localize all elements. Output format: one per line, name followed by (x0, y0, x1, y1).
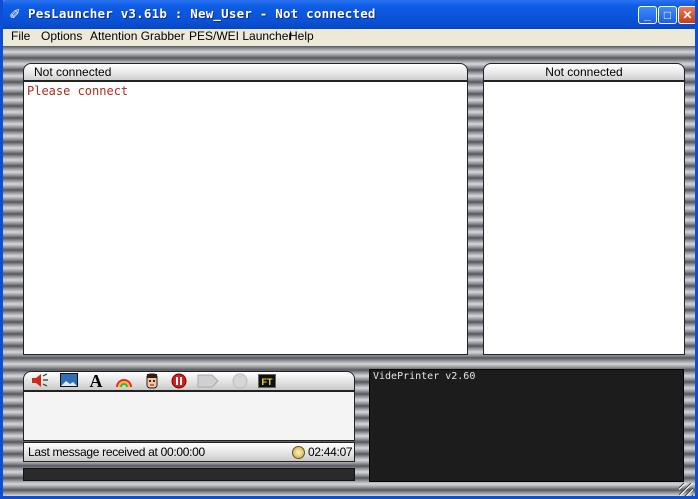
rainbow-icon[interactable] (115, 373, 133, 390)
ft-icon[interactable]: FT (258, 374, 276, 388)
title-bar[interactable]: ✐ PesLauncher v3.61b : New_User - Not co… (3, 0, 695, 29)
videprinter-panel[interactable]: VidePrinter v2.60 (369, 369, 684, 482)
main-content: Not connected Please connect Not connect… (3, 46, 695, 496)
maximize-button[interactable]: □ (658, 6, 677, 24)
stop-icon[interactable] (170, 373, 188, 390)
close-button[interactable]: ✕ (678, 6, 695, 24)
speaker-icon[interactable] (31, 373, 49, 390)
app-window: ✐ PesLauncher v3.61b : New_User - Not co… (0, 0, 698, 499)
chat-output[interactable]: Please connect (23, 81, 468, 355)
message-input[interactable] (23, 391, 355, 441)
maximize-icon: □ (663, 8, 672, 22)
send-icon[interactable] (197, 373, 221, 390)
last-message-status: Last message received at 00:00:00 (28, 445, 205, 459)
status-bar: Last message received at 00:00:00 02:44:… (23, 442, 355, 462)
font-icon[interactable]: A (87, 372, 105, 390)
menu-file[interactable]: File (11, 29, 30, 46)
menu-bar: File Options Attention Grabber PES/WEI L… (3, 29, 695, 46)
menu-help[interactable]: Help (289, 29, 314, 46)
chat-message: Please connect (27, 84, 129, 98)
record-icon[interactable] (231, 373, 249, 390)
clock-time: 02:44:07 (308, 445, 353, 459)
bottom-strip (23, 468, 355, 481)
minimize-button[interactable]: _ (638, 6, 657, 24)
users-list[interactable] (483, 81, 685, 355)
image-icon[interactable] (60, 373, 78, 390)
clock-icon (292, 446, 305, 459)
app-icon[interactable]: ✐ (7, 6, 23, 22)
videprinter-text: VidePrinter v2.60 (373, 371, 476, 382)
chat-panel-header: Not connected (23, 63, 468, 81)
menu-pes-wei-launcher[interactable]: PES/WEI Launcher (189, 29, 292, 46)
minimize-icon: _ (644, 8, 651, 22)
face-icon[interactable] (143, 373, 161, 390)
window-title: PesLauncher v3.61b : New_User - Not conn… (28, 6, 376, 21)
users-panel-header: Not connected (483, 63, 685, 81)
menu-options[interactable]: Options (41, 29, 82, 46)
close-icon: ✕ (682, 8, 693, 22)
resize-grip[interactable] (679, 483, 693, 496)
menu-attention-grabber[interactable]: Attention Grabber (90, 29, 185, 46)
chat-toolbar: A FT (23, 371, 355, 391)
